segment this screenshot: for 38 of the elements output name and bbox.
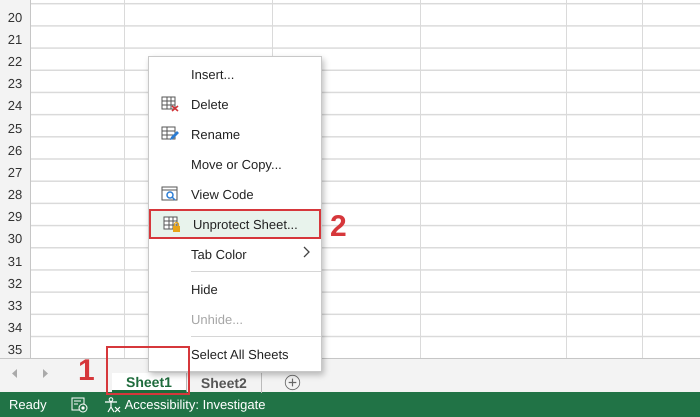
- macro-recording-icon[interactable]: [70, 396, 89, 412]
- row-number[interactable]: 20: [0, 4, 30, 26]
- add-sheet-icon[interactable]: [284, 374, 301, 391]
- chevron-right-icon: [303, 246, 311, 258]
- row-number[interactable]: 29: [0, 204, 30, 226]
- menu-item[interactable]: Select All Sheets: [149, 339, 321, 369]
- row-number[interactable]: 31: [0, 248, 30, 270]
- row-number[interactable]: 25: [0, 114, 30, 138]
- row-number[interactable]: 26: [0, 137, 30, 160]
- row-number[interactable]: 33: [0, 292, 30, 315]
- menu-item[interactable]: Hide: [149, 274, 321, 304]
- lock-table-icon: [163, 216, 181, 232]
- menu-item[interactable]: View Code: [149, 179, 321, 209]
- row-number[interactable]: 28: [0, 182, 30, 204]
- rename-table-icon: [161, 126, 179, 142]
- menu-item[interactable]: Tab Color: [149, 239, 321, 269]
- row-number[interactable]: 27: [0, 159, 30, 182]
- code-window-icon: [161, 186, 179, 202]
- row-number[interactable]: 35: [0, 336, 30, 358]
- menu-item[interactable]: Rename: [149, 119, 321, 149]
- row-number[interactable]: 21: [0, 26, 30, 48]
- step-number: 1: [78, 356, 95, 386]
- accessibility-status[interactable]: Accessibility: Investigate: [124, 397, 266, 412]
- row-number[interactable]: 34: [0, 314, 30, 337]
- accessibility-icon[interactable]: [102, 396, 121, 412]
- row-number[interactable]: 32: [0, 270, 30, 292]
- row-number[interactable]: 23: [0, 70, 30, 93]
- status-text: Ready: [9, 397, 47, 412]
- row-number[interactable]: 30: [0, 226, 30, 248]
- menu-item[interactable]: Move or Copy...: [149, 149, 321, 179]
- step-number: 2: [330, 212, 347, 242]
- sheet-tab[interactable]: Sheet1: [112, 373, 187, 393]
- row-number[interactable]: 24: [0, 92, 30, 115]
- delete-table-icon: [161, 96, 179, 112]
- menu-item[interactable]: Unprotect Sheet...: [149, 209, 321, 239]
- menu-item[interactable]: Delete: [149, 89, 321, 119]
- row-number[interactable]: 22: [0, 48, 30, 71]
- menu-item[interactable]: Insert...: [149, 59, 321, 89]
